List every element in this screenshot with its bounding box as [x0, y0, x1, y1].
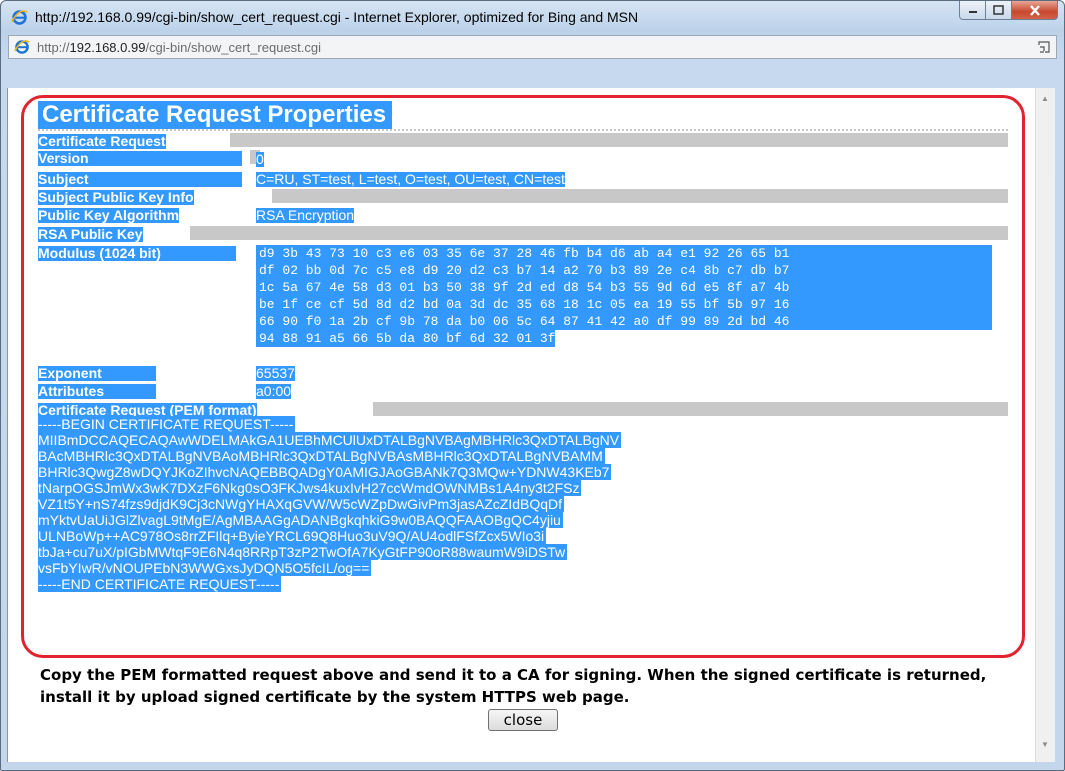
pem-block: -----BEGIN CERTIFICATE REQUEST----- MIIB… [38, 416, 868, 592]
divider [38, 129, 1008, 131]
label-certificate-request: Certificate Request [38, 133, 166, 149]
maximize-icon [993, 5, 1004, 15]
address-url[interactable]: http://192.168.0.99/cgi-bin/show_cert_re… [37, 40, 321, 55]
value-exponent: 65537 [256, 365, 295, 381]
value-attributes: a0:00 [256, 383, 292, 399]
label-exponent: Exponent [38, 366, 156, 381]
title-bar: http://192.168.0.99/cgi-bin/show_cert_re… [1, 1, 1064, 33]
pem-line: BHRlc3QwgZ8wDQYJKoZIhvcNAQEBBQADgY0AMIGJ… [38, 464, 612, 480]
value-subject: C=RU, ST=test, L=test, O=test, OU=test, … [256, 171, 565, 187]
label-rsa-public-key: RSA Public Key [38, 226, 143, 242]
label-version: Version [38, 151, 242, 166]
pem-line: vsFbYIwR/vNOUPEbN3WWGxsJyDQN5O5fcIL/og== [38, 560, 372, 576]
vertical-scrollbar[interactable]: ▲ ▼ [1035, 88, 1055, 762]
instructions-text: Copy the PEM formatted request above and… [40, 666, 987, 706]
scroll-down-icon[interactable]: ▼ [1041, 740, 1049, 749]
pem-line: -----END CERTIFICATE REQUEST----- [38, 576, 282, 592]
label-attributes: Attributes [38, 384, 156, 399]
minimize-icon [968, 11, 977, 13]
minimize-button[interactable] [959, 1, 986, 20]
field-bar [230, 133, 1008, 147]
page-title: Certificate Request Properties [38, 101, 393, 129]
internet-explorer-icon [11, 10, 28, 25]
close-button[interactable]: close [488, 709, 558, 731]
pem-line: tbJa+cu7uX/pIGbMWtqF9E6N4q8RRpT3zP2TwOfA… [38, 544, 568, 560]
pem-line: -----BEGIN CERTIFICATE REQUEST----- [38, 416, 296, 432]
close-icon [1029, 4, 1040, 16]
label-public-key-algorithm: Public Key Algorithm [38, 207, 180, 223]
modulus-hex: d9 3b 43 73 10 c3 e6 03 35 6e 37 28 46 f… [256, 245, 992, 365]
pem-line: mYktvUaUiJGlZlvagL9tMgE/AgMBAAGgADANBgkq… [38, 512, 563, 528]
pem-line: ULNBoWp++AC978Os8rrZFIlq+ByieYRCL69Q8Huo… [38, 528, 547, 544]
close-window-button[interactable] [1012, 1, 1058, 20]
scroll-up-icon[interactable]: ▲ [1041, 94, 1049, 103]
address-host: 192.168.0.99 [69, 40, 146, 55]
field-bar [373, 402, 1008, 416]
maximize-button[interactable] [986, 1, 1012, 20]
label-modulus: Modulus (1024 bit) [38, 246, 236, 261]
modulus-line: 94 88 91 a5 66 5b da 80 bf 6d 32 01 3f [256, 330, 556, 347]
modulus-line: 1c 5a 67 4e 58 d3 01 b3 50 38 9f 2d ed d… [256, 279, 992, 296]
label-subject-public-key-info: Subject Public Key Info [38, 189, 194, 205]
label-subject: Subject [38, 172, 242, 187]
internet-explorer-icon [14, 40, 30, 54]
field-bar [272, 189, 1008, 203]
pem-line: MIIBmDCCAQECAQAwWDELMAkGA1UEBhMCUlUxDTAL… [38, 432, 622, 448]
modulus-line: 66 90 f0 1a 2b cf 9b 78 da b0 06 5c 64 8… [256, 313, 992, 330]
pem-line: BAcMBHRlc3QxDTALBgNVBAoMBHRlc3QxDTALBgNV… [38, 448, 605, 464]
address-bar[interactable]: http://192.168.0.99/cgi-bin/show_cert_re… [8, 35, 1057, 59]
value-public-key-algorithm: RSA Encryption [256, 207, 355, 223]
compatibility-view-icon[interactable] [1037, 40, 1051, 54]
pem-line: VZ1t5Y+nS74fzs9djdK9Cj3cNWgYHAXqGVW/W5cW… [38, 496, 564, 512]
modulus-line: d9 3b 43 73 10 c3 e6 03 35 6e 37 28 46 f… [256, 245, 992, 262]
modulus-line: df 02 bb 0d 7c c5 e8 d9 20 d2 c3 b7 14 a… [256, 262, 992, 279]
value-version: 0 [256, 151, 264, 167]
pem-line: tNarpOGSJmWx3wK7DXzF6Nkg0sO3FKJws4kuxIvH… [38, 480, 582, 496]
window-controls [959, 1, 1058, 21]
window-title: http://192.168.0.99/cgi-bin/show_cert_re… [35, 9, 639, 25]
field-bar [190, 226, 1008, 240]
modulus-line: be 1f ce cf 5d 8d d2 bd 0a 3d dc 35 68 1… [256, 296, 992, 313]
